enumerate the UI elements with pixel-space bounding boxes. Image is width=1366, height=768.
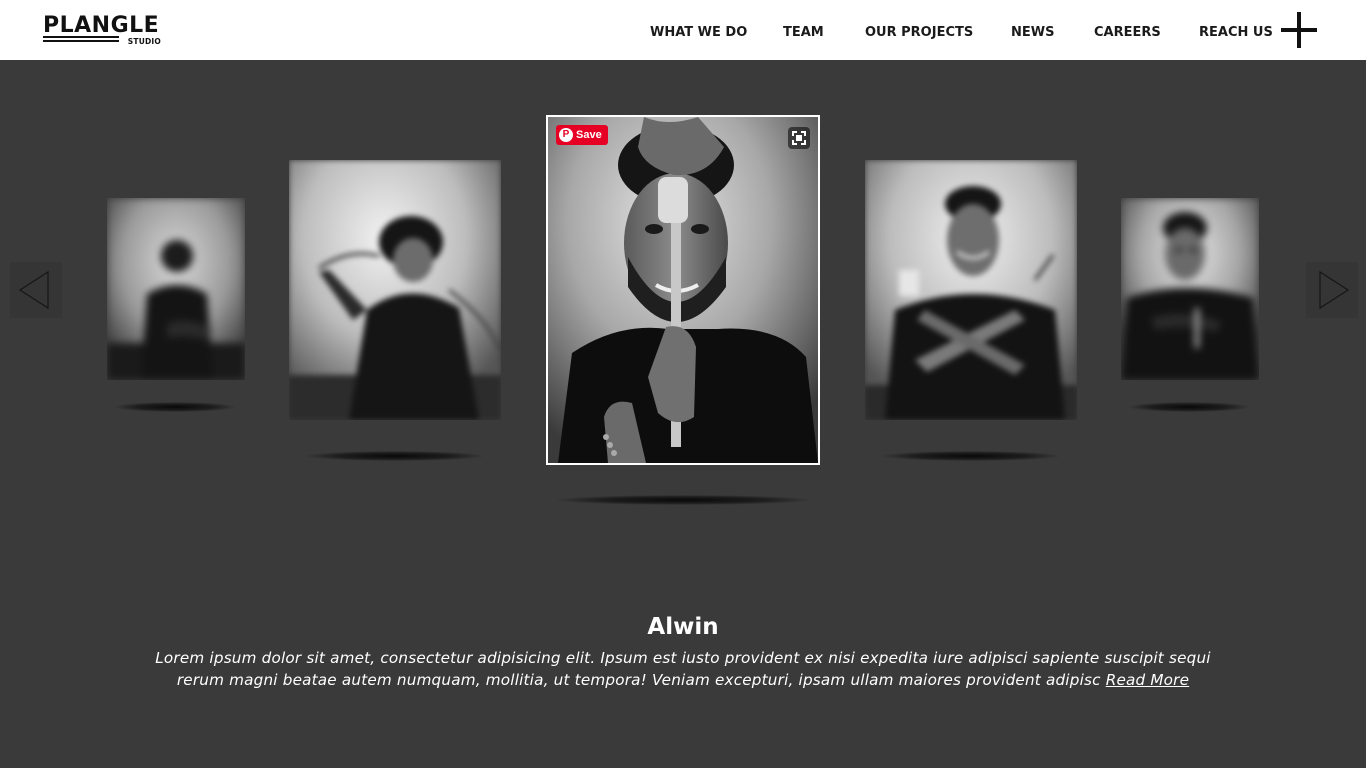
site-header: PLANGLE STUDIO WHAT WE DO TEAM OUR PROJE… xyxy=(0,0,1366,60)
pinterest-icon xyxy=(559,128,573,142)
team-member-photo xyxy=(1121,198,1259,380)
nav-reach-us[interactable]: REACH US xyxy=(1199,24,1273,42)
nav-team[interactable]: TEAM xyxy=(783,24,824,42)
logo-subtitle: STUDIO xyxy=(127,37,161,46)
team-member-photo xyxy=(865,160,1077,420)
logo-stripes xyxy=(43,36,119,44)
nav-careers[interactable]: CAREERS xyxy=(1094,24,1161,42)
plangle-logo[interactable]: PLANGLE STUDIO xyxy=(43,13,161,46)
nav-news[interactable]: NEWS xyxy=(1011,24,1054,42)
slide-shadow xyxy=(1129,402,1249,412)
slide-shadow xyxy=(882,451,1060,461)
pinterest-save-label: Save xyxy=(576,129,602,141)
triangle-right-icon xyxy=(1306,262,1358,318)
team-member-name: Alwin xyxy=(647,614,719,640)
nav-our-projects[interactable]: OUR PROJECTS xyxy=(865,24,973,42)
team-member-photo xyxy=(107,198,245,380)
nav-what-we-do[interactable]: WHAT WE DO xyxy=(650,24,747,42)
carousel-next-button[interactable] xyxy=(1306,262,1358,318)
plus-icon[interactable] xyxy=(1281,12,1317,48)
triangle-left-icon xyxy=(10,262,62,318)
expand-icon[interactable] xyxy=(788,127,810,149)
team-member-photo-alwin xyxy=(548,117,818,463)
carousel-slide-5[interactable] xyxy=(1121,198,1259,380)
team-member-photo xyxy=(289,160,501,420)
slide-shadow xyxy=(556,495,810,505)
carousel-slide-active[interactable]: Save xyxy=(546,115,820,465)
carousel-slide-1[interactable] xyxy=(107,198,245,380)
carousel-prev-button[interactable] xyxy=(10,262,62,318)
slide-shadow xyxy=(306,451,484,461)
bio-text: Lorem ipsum dolor sit amet, consectetur … xyxy=(155,649,1211,689)
carousel-slide-2[interactable] xyxy=(289,160,501,420)
pinterest-save-button[interactable]: Save xyxy=(556,125,608,145)
slide-shadow xyxy=(115,402,235,412)
logo-wordmark: PLANGLE xyxy=(43,13,160,38)
team-member-bio: Lorem ipsum dolor sit amet, consectetur … xyxy=(143,647,1223,691)
carousel-slide-4[interactable] xyxy=(865,160,1077,420)
read-more-link[interactable]: Read More xyxy=(1106,671,1189,689)
